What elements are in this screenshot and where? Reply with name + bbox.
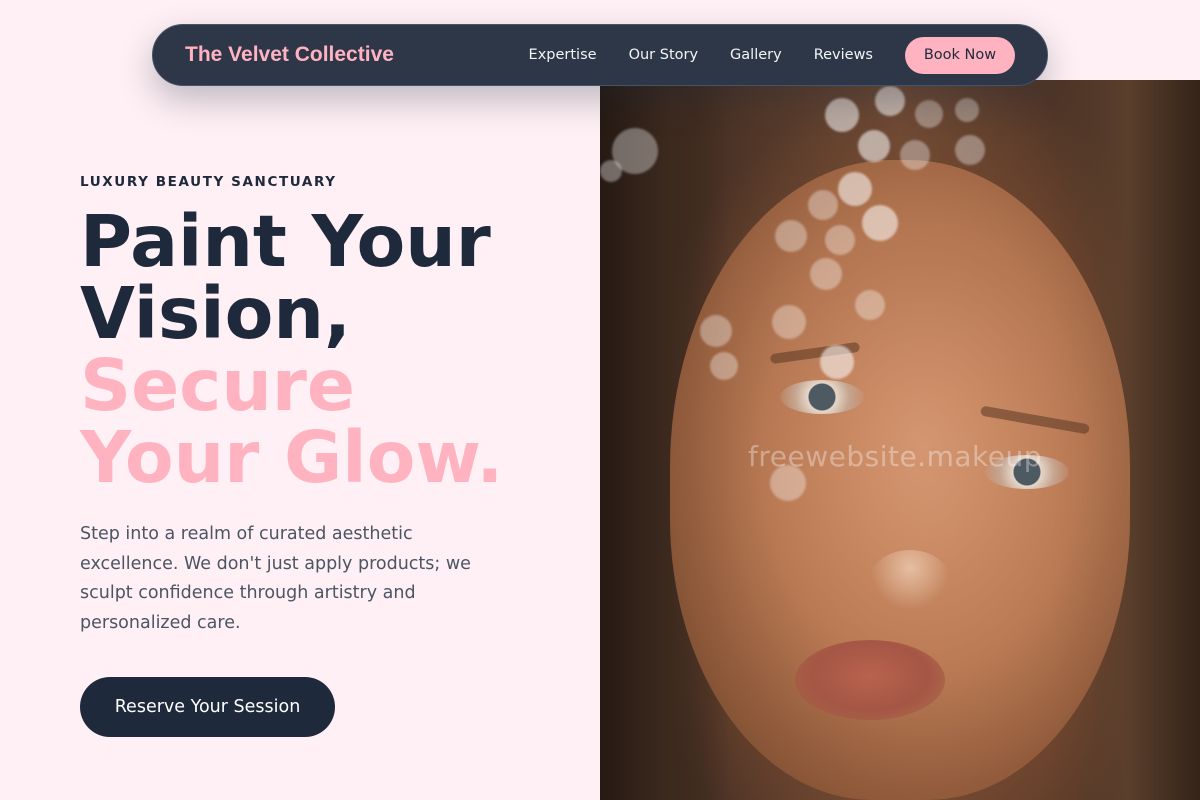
bokeh-light [915,100,943,128]
nav-link-expertise[interactable]: Expertise [529,47,597,63]
nav-link-reviews[interactable]: Reviews [814,47,873,63]
bokeh-light [862,205,898,241]
bokeh-light [955,135,985,165]
bokeh-light [820,345,854,379]
nav-link-gallery[interactable]: Gallery [730,47,782,63]
bokeh-light [825,225,855,255]
bokeh-light [825,98,859,132]
nav-link-our-story[interactable]: Our Story [629,47,698,63]
hero-eyebrow: LUXURY BEAUTY SANCTUARY [80,174,337,190]
nav-links: Expertise Our Story Gallery Reviews Book… [529,36,1015,74]
bokeh-light [875,86,905,116]
bokeh-light [955,98,979,122]
book-now-button[interactable]: Book Now [905,36,1015,74]
lips [795,640,945,720]
nose [870,550,950,610]
bokeh-light [772,305,806,339]
brand-logo[interactable]: The Velvet Collective [185,43,394,67]
image-watermark: freewebsite.makeup [748,440,1042,473]
headline-line: Paint Your [80,200,491,283]
bokeh-light [775,220,807,252]
bokeh-light [900,140,930,170]
hero-description: Step into a realm of curated aesthetic e… [80,524,471,633]
bokeh-light [858,130,890,162]
bokeh-light [710,352,738,380]
headline-accent-line: Your Glow. [80,416,504,499]
hero-headline: Paint Your Vision, Secure Your Glow. [80,206,503,494]
bokeh-light [808,190,838,220]
bokeh-light [700,315,732,347]
bokeh-light [600,160,622,182]
bokeh-light [855,290,885,320]
top-navbar: The Velvet Collective Expertise Our Stor… [152,24,1048,86]
hero-portrait-image: freewebsite.makeup [600,80,1200,800]
bokeh-light [810,258,842,290]
reserve-session-button[interactable]: Reserve Your Session [80,677,335,737]
bokeh-light [838,172,872,206]
headline-line: Vision, [80,272,351,355]
eye-left [780,380,864,414]
headline-accent-line: Secure [80,344,356,427]
